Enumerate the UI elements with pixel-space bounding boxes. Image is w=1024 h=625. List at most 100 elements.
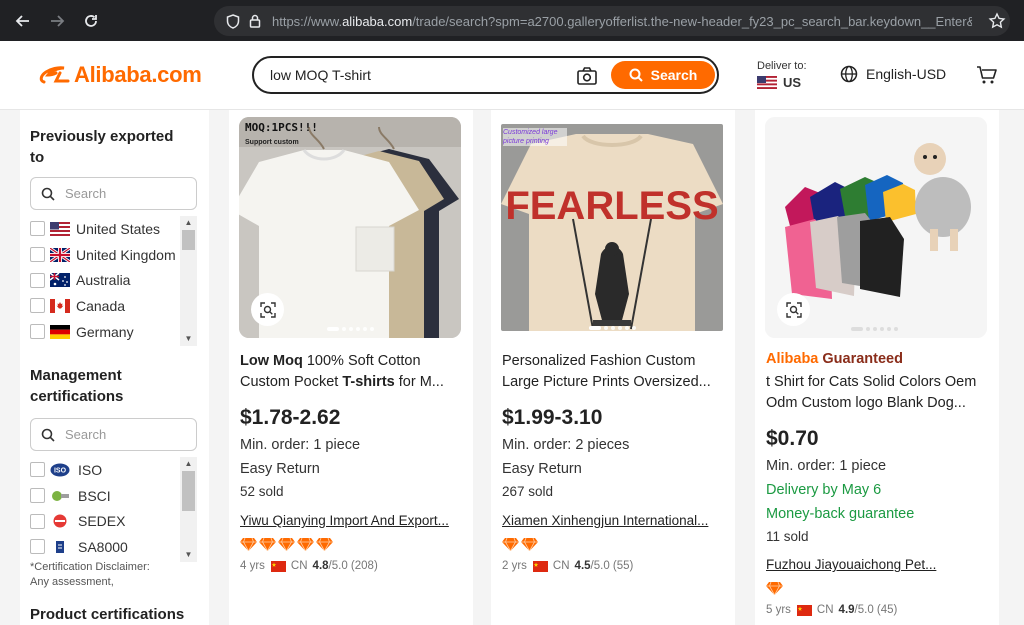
image-search-button[interactable] [251, 293, 284, 326]
rating-max: /5.0 (55) [590, 560, 634, 572]
filter-label: Australia [76, 272, 131, 289]
forward-button[interactable] [40, 0, 74, 41]
reload-icon [85, 14, 97, 27]
diamond-icon [240, 538, 257, 551]
scroll-down-icon[interactable]: ▼ [183, 334, 194, 344]
search-placeholder: Search [65, 186, 107, 201]
diamond-icon [316, 538, 333, 551]
country-list-scrollbar[interactable]: ▲ ▼ [180, 216, 197, 346]
search-button[interactable]: Search [611, 61, 715, 89]
image-search-button[interactable] [777, 293, 810, 326]
min-order: Min. order: 1 piece [240, 437, 361, 453]
print-text: FEARLESS [505, 184, 718, 228]
shield-icon[interactable] [222, 6, 244, 36]
search-icon [629, 68, 643, 82]
search-icon [41, 428, 55, 442]
scroll-down-icon[interactable]: ▼ [183, 550, 194, 560]
product-title[interactable]: Low Moq 100% Soft Cotton Custom Pocket T… [240, 351, 462, 393]
germany-flag-icon [50, 324, 70, 339]
url-text[interactable]: https://www.alibaba.com/trade/search?spm… [272, 14, 972, 29]
rating-score: 4.5 [574, 560, 591, 572]
checkbox[interactable] [30, 221, 45, 237]
checkbox[interactable] [30, 513, 45, 529]
uk-flag-icon [50, 247, 70, 262]
sold-count: 52 sold [240, 484, 284, 499]
min-order: Min. order: 1 piece [766, 458, 887, 474]
camera-search-icon[interactable] [576, 66, 598, 86]
filter-title-exported: Previously exported to [30, 128, 174, 166]
carousel-dots[interactable] [589, 326, 639, 330]
checkbox[interactable] [30, 488, 45, 504]
cart-icon[interactable] [976, 65, 998, 85]
product-title[interactable]: t Shirt for Cats Solid Colors Oem Odm Cu… [766, 372, 988, 414]
checkbox[interactable] [30, 462, 45, 478]
china-flag-icon [796, 604, 812, 616]
browser-toolbar: https://www.alibaba.com/trade/search?spm… [0, 0, 1024, 41]
arrow-left-icon [15, 14, 29, 27]
product-image[interactable]: MOQ:1PCS!!! Support custom [239, 117, 461, 338]
scroll-up-icon[interactable]: ▲ [183, 218, 194, 228]
product-price: $0.70 [766, 427, 819, 450]
checkbox[interactable] [30, 324, 45, 340]
alibaba-logo-icon [39, 66, 70, 84]
logo-text: Alibaba.com [74, 62, 202, 87]
lock-icon[interactable] [244, 6, 266, 36]
product-card[interactable]: FEARLESS Customized large picture printi… [491, 110, 735, 625]
product-card[interactable]: Alibaba Guaranteed t Shirt for Cats Soli… [755, 110, 999, 625]
australia-flag-icon [50, 273, 70, 288]
certification-search-input[interactable]: Search [30, 418, 197, 451]
checkbox[interactable] [30, 272, 45, 288]
easy-return: Easy Return [240, 461, 320, 477]
tshirt-photo: FEARLESS [501, 124, 723, 331]
globe-icon [840, 65, 858, 83]
rating-max: /5.0 (45) [854, 604, 898, 616]
diamond-icon [521, 538, 538, 551]
scroll-thumb[interactable] [182, 230, 195, 250]
alibaba-guaranteed-badge: Alibaba Guaranteed [766, 351, 903, 367]
checkbox[interactable] [30, 247, 45, 263]
reload-button[interactable] [74, 0, 108, 41]
disclaimer-line: Any assessment, [30, 576, 114, 588]
diamond-icon [259, 538, 276, 551]
rating-max: /5.0 (208) [328, 560, 378, 572]
diamond-icon [766, 582, 783, 595]
product-image[interactable]: FEARLESS Customized large picture printi… [501, 124, 723, 331]
checkbox[interactable] [30, 539, 45, 555]
product-image[interactable] [765, 117, 987, 338]
filter-label: Germany [76, 323, 134, 340]
filter-title-product-certs: Product certifications [30, 606, 185, 623]
scroll-thumb[interactable] [182, 471, 195, 511]
deliver-to[interactable]: Deliver to: US [757, 60, 807, 90]
filter-label: Canada [76, 297, 126, 314]
product-title[interactable]: Personalized Fashion Custom Large Pictur… [502, 351, 724, 393]
carousel-dots[interactable] [327, 327, 377, 331]
product-price: $1.99-3.10 [502, 406, 603, 429]
carousel-dots[interactable] [851, 327, 901, 331]
bookmark-star-icon[interactable] [988, 12, 1006, 35]
search-placeholder: Search [65, 427, 107, 442]
alibaba-logo[interactable]: Alibaba.com [38, 62, 202, 88]
supplier-link[interactable]: Yiwu Qianying Import And Export... [240, 513, 462, 528]
language-selector[interactable]: English-USD [840, 65, 946, 83]
disclaimer-line: *Certification Disclaimer: [30, 561, 150, 573]
address-bar[interactable]: https://www.alibaba.com/trade/search?spm… [214, 6, 1010, 36]
arrow-right-icon [51, 14, 65, 27]
checkbox[interactable] [30, 298, 45, 314]
deliver-label: Deliver to: [757, 60, 807, 72]
supplier-diamonds [240, 538, 335, 551]
delivery-date: Delivery by May 6 [766, 482, 882, 498]
supplier-link[interactable]: Fuzhou Jiayouaichong Pet... [766, 557, 946, 572]
china-flag-icon [532, 560, 548, 572]
bsci-logo-icon [50, 489, 70, 503]
easy-return: Easy Return [502, 461, 582, 477]
supplier-link[interactable]: Xiamen Xinhengjun International... [502, 513, 724, 528]
back-button[interactable] [6, 0, 40, 41]
iso-logo-icon: ISO [50, 463, 70, 477]
scroll-up-icon[interactable]: ▲ [183, 459, 194, 469]
search-button-label: Search [650, 67, 698, 83]
certification-list-scrollbar[interactable]: ▲ ▼ [180, 457, 197, 562]
exported-search-input[interactable]: Search [30, 177, 197, 210]
search-input[interactable] [270, 65, 560, 85]
money-back-guarantee: Money-back guarantee [766, 506, 915, 522]
product-card[interactable]: MOQ:1PCS!!! Support custom Low Moq 100% … [229, 110, 473, 625]
